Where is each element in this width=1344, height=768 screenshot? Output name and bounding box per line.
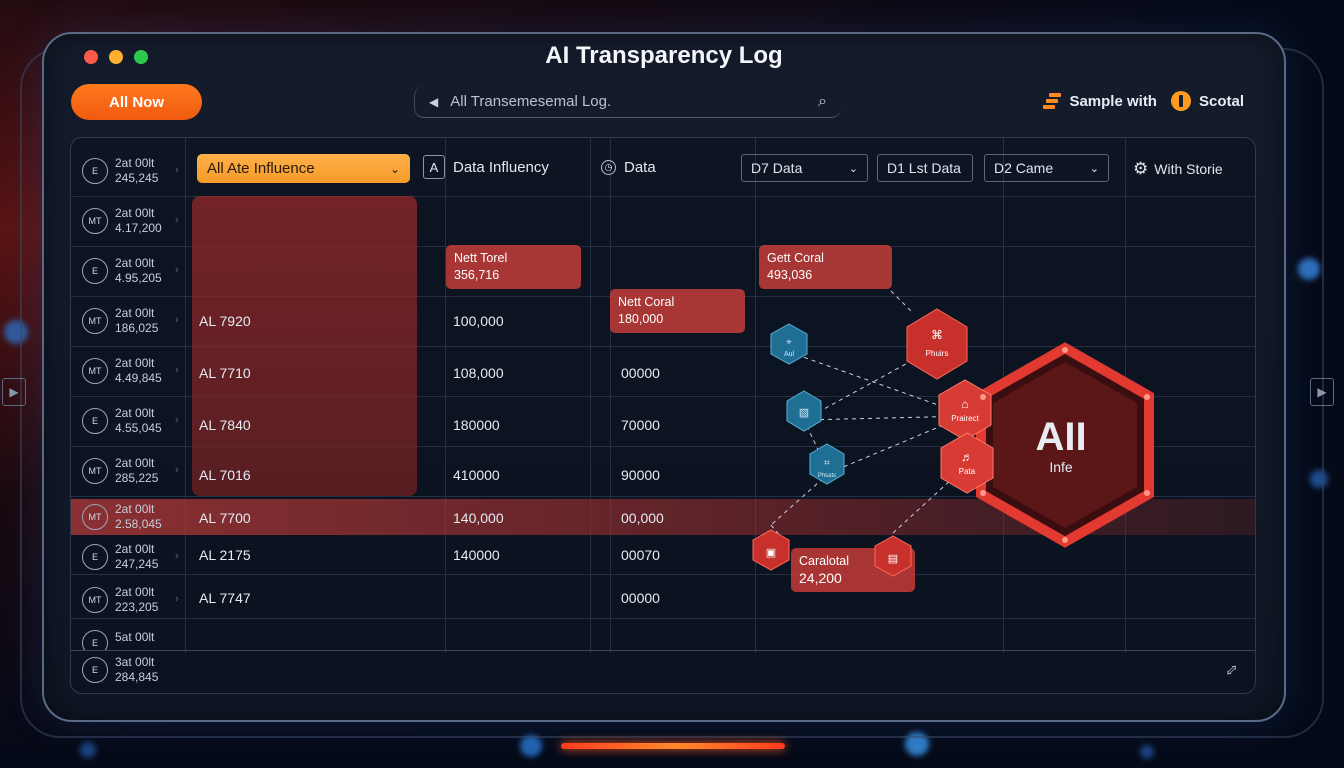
search-bar[interactable]: ◀ All Transemesemal Log. ⌕ xyxy=(414,86,841,118)
back-arrow-icon[interactable]: ◀ xyxy=(429,95,438,109)
stack-icon xyxy=(1043,92,1062,110)
right-side-tab[interactable]: ▶ xyxy=(1310,378,1334,406)
node-glyph: ⌘ xyxy=(931,328,943,342)
influence-network-graph: AII Infe ⌘ Phuirs ⌂ Prairect ♬ Pata ▣ ▤ … xyxy=(752,290,1154,577)
search-input[interactable]: All Transemesemal Log. xyxy=(450,93,611,110)
network-node xyxy=(906,308,968,380)
node-label: Phsats xyxy=(818,473,836,479)
bokeh-light xyxy=(1140,745,1154,759)
node-label: Pata xyxy=(959,467,976,476)
progress-glow-bar xyxy=(561,743,785,749)
top-right-actions: Sample with Scotal xyxy=(1043,91,1244,111)
bokeh-light xyxy=(520,735,542,757)
node-glyph: ▤ xyxy=(888,553,898,565)
node-label: Prairect xyxy=(951,414,979,423)
node-glyph: ▧ xyxy=(799,407,809,419)
window-title: AI Transparency Log xyxy=(545,42,783,69)
node-glyph: ♬ xyxy=(961,450,973,464)
all-now-button[interactable]: All Now xyxy=(71,84,202,120)
left-side-tab[interactable]: ▶ xyxy=(2,378,26,406)
node-glyph: ⌗ xyxy=(824,458,830,469)
node-label: Aul xyxy=(784,351,795,358)
app-window: AI Transparency Log All Now ◀ All Transe… xyxy=(42,32,1286,722)
bokeh-light xyxy=(80,742,96,758)
sample-with-label: Sample with xyxy=(1069,92,1157,110)
scotal-button[interactable]: Scotal xyxy=(1170,91,1244,111)
log-panel: E 2at 00lt 245,245 › MT 2at 00lt 4.17,200 … xyxy=(70,137,1256,694)
node-glyph: ⌂ xyxy=(961,397,968,411)
node-glyph: ⌖ xyxy=(786,337,792,348)
info-icon xyxy=(1170,91,1191,111)
search-icon[interactable]: ⌕ xyxy=(818,93,827,111)
hub-title: AII xyxy=(1035,415,1086,459)
node-label: Phuirs xyxy=(926,349,949,358)
scotal-label: Scotal xyxy=(1198,92,1244,110)
hub-subtitle: Infe xyxy=(1049,459,1073,475)
node-glyph: ▣ xyxy=(766,547,776,559)
sample-with-button[interactable]: Sample with xyxy=(1043,92,1157,110)
